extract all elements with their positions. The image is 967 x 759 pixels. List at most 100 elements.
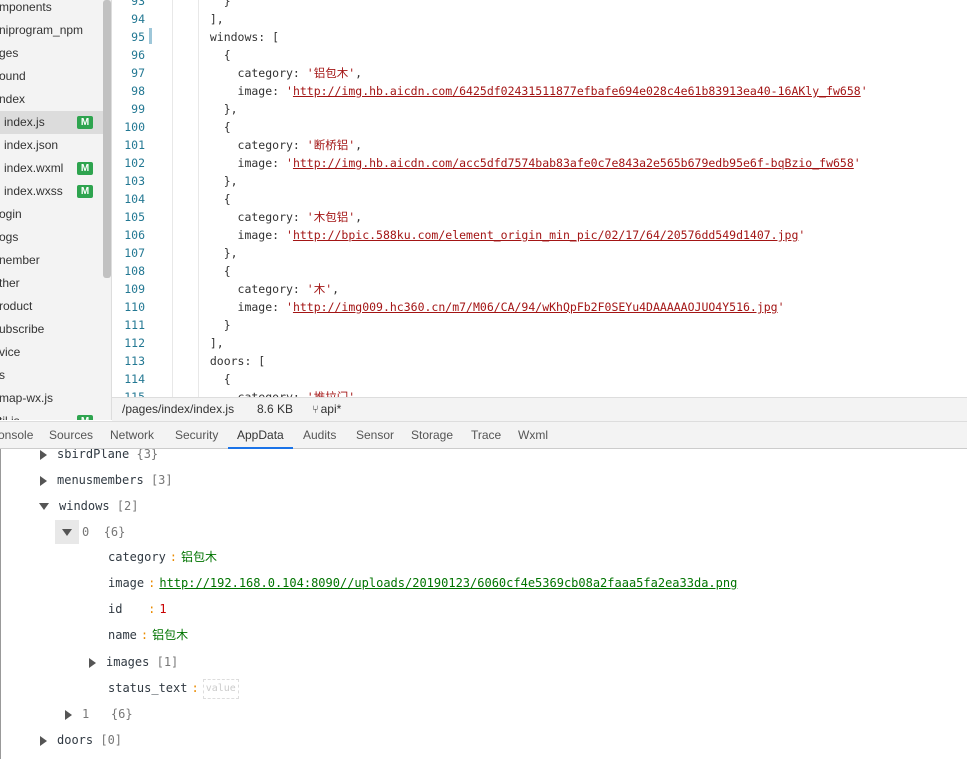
collapse-arrow-icon[interactable] [62,529,72,536]
code-line[interactable]: 96 { [112,46,967,64]
node-count: {3} [136,449,159,461]
code-line[interactable]: 105 category: '木包铝', [112,208,967,226]
code-url[interactable]: http://img.hb.aicdn.com/6425df0243151187… [293,84,861,98]
code-string: , [355,66,363,80]
tree-item[interactable]: mponents [0,0,112,19]
node-key: images [106,655,150,669]
expand-arrow-icon[interactable] [40,475,47,486]
tab-network[interactable]: Network [110,422,154,449]
code-line[interactable]: 99 }, [112,100,967,118]
code-line[interactable]: 113 doors: [ [112,352,967,370]
tree-item[interactable]: til.js M [0,410,112,420]
tree-node-doors[interactable]: doors [0] [40,730,122,750]
code-text: image: 'http://bpic.588ku.com/element_or… [196,226,806,244]
tree-item[interactable]: ndex [0,88,112,111]
expand-arrow-icon[interactable] [89,657,96,668]
prop-value[interactable]: 铝包木 [152,628,188,642]
tree-node-images[interactable]: images [1] [89,652,178,672]
collapse-arrow-icon[interactable] [39,503,49,510]
tree-item-label: ther [0,276,20,290]
code-line[interactable]: 106 image: 'http://bpic.588ku.com/elemen… [112,226,967,244]
prop-value-link[interactable]: http://192.168.0.104:8090//uploads/20190… [159,576,737,590]
tab-appdata[interactable]: AppData [228,422,293,449]
code-line[interactable]: 107 }, [112,244,967,262]
tab-onsole[interactable]: onsole [0,422,33,449]
code-line[interactable]: 109 category: '木', [112,280,967,298]
code-line[interactable]: 108 { [112,262,967,280]
code-line[interactable]: 104 { [112,190,967,208]
tree-item[interactable]: ogs [0,226,112,249]
prop-value[interactable]: 铝包木 [181,550,217,564]
node-count: [1] [156,655,179,669]
tree-item[interactable]: index.js M [0,111,112,134]
code-text: } [196,0,231,8]
code-line[interactable]: 94 ], [112,10,967,28]
prop-value[interactable]: 1 [159,602,166,616]
code-string: , [355,210,363,224]
tree-item[interactable]: ound [0,65,112,88]
tree-item[interactable]: ogin [0,203,112,226]
code-line[interactable]: 114 { [112,370,967,388]
tree-item-label: nember [0,253,40,267]
tree-item[interactable]: ubscribe [0,318,112,341]
tab-trace[interactable]: Trace [471,422,501,449]
node-key: windows [59,499,110,513]
tab-wxml[interactable]: Wxml [518,422,548,449]
code-line[interactable]: 112 ], [112,334,967,352]
tree-scrollbar[interactable] [103,0,111,278]
code-line[interactable]: 95 windows: [ [112,28,967,46]
code-line[interactable]: 100 { [112,118,967,136]
tree-item[interactable]: vice [0,341,112,364]
expand-arrow-icon[interactable] [40,735,47,746]
tree-node-windows[interactable]: windows [2] [39,496,139,516]
node-key: menusmembers [57,473,144,487]
tab-security[interactable]: Security [175,422,218,449]
code-line[interactable]: 97 category: '铝包木', [112,64,967,82]
code-line[interactable]: 102 image: 'http://img.hb.aicdn.com/acc5… [112,154,967,172]
tab-sources[interactable]: Sources [49,422,93,449]
tree-node-menusmembers[interactable]: menusmembers [3] [40,470,173,490]
tree-item[interactable]: index.json [0,134,112,157]
expand-arrow-icon[interactable] [40,449,47,460]
expand-arrow-icon[interactable] [65,709,72,720]
tree-item[interactable]: index.wxss M [0,180,112,203]
node-index: 0 [82,525,90,539]
code-url[interactable]: http://img.hb.aicdn.com/acc5dfd7574bab83… [293,156,854,170]
git-modified-badge: M [77,116,93,129]
git-branch[interactable]: ⑂ api* [312,398,341,421]
tab-storage[interactable]: Storage [411,422,453,449]
prop-image: image: http://192.168.0.104:8090//uploads… [108,573,737,593]
tree-item[interactable]: s [0,364,112,387]
code-line[interactable]: 93 } [112,0,967,10]
line-number: 94 [131,12,145,26]
tab-sensor[interactable]: Sensor [356,422,394,449]
code-string: '铝包木' [306,66,356,80]
code-string: , [355,138,363,152]
code-text: category: '铝包木', [196,64,363,82]
tree-item-label: niprogram_npm [0,23,84,37]
code-line[interactable]: 111 } [112,316,967,334]
code-url[interactable]: http://bpic.588ku.com/element_origin_min… [293,228,798,242]
code-url[interactable]: http://img009.hc360.cn/m7/M06/CA/94/wKhQ… [293,300,778,314]
code-line[interactable]: 103 }, [112,172,967,190]
code-line[interactable]: 98 image: 'http://img.hb.aicdn.com/6425d… [112,82,967,100]
tree-item[interactable]: ges [0,42,112,65]
tree-node-windows-1[interactable]: 1 {6} [65,704,133,724]
tab-audits[interactable]: Audits [303,422,336,449]
line-number: 93 [131,0,145,8]
tree-node-sbirdplane[interactable]: sbirdPlane {3} [40,449,158,464]
tree-item[interactable]: index.wxml M [0,157,112,180]
code-line[interactable]: 115 category: '推拉门' [112,388,967,397]
tree-item[interactable]: niprogram_npm [0,19,112,42]
code-line[interactable]: 101 category: '断桥铝', [112,136,967,154]
tree-node-windows-0[interactable]: 0 {6} [62,522,125,542]
tree-item[interactable]: ther [0,272,112,295]
code-line[interactable]: 110 image: 'http://img009.hc360.cn/m7/M0… [112,298,967,316]
line-number: 105 [124,210,145,224]
code-text: { [196,264,231,278]
prop-value-placeholder[interactable]: value [202,678,239,699]
tree-item[interactable]: roduct [0,295,112,318]
code-editor[interactable]: 93 } 94 ], 95 windows: [96 {97 category: '… [112,0,967,397]
tree-item[interactable]: map-wx.js [0,387,112,410]
tree-item[interactable]: nember [0,249,112,272]
